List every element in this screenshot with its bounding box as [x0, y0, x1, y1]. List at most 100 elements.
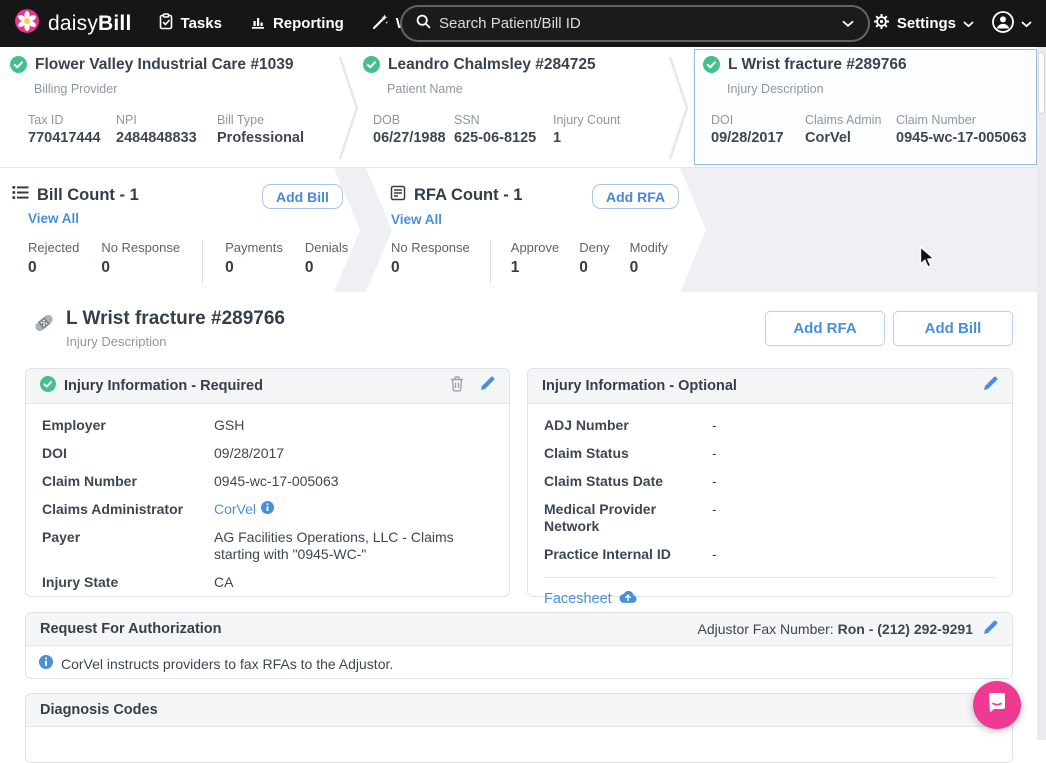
- row-practice-internal-id: Practice Internal ID-: [544, 546, 996, 563]
- daisy-flower-icon: [14, 8, 40, 39]
- rfa-document-icon: [390, 185, 406, 206]
- gear-icon: [873, 13, 890, 34]
- check-circle-icon: [10, 56, 27, 78]
- add-bill-button-small[interactable]: Add Bill: [262, 184, 343, 209]
- row-claim-status-date: Claim Status Date-: [544, 473, 996, 490]
- check-circle-icon: [703, 56, 720, 78]
- stat-modify: Modify 0: [630, 240, 668, 277]
- injury-title: L Wrist fracture #289766: [728, 56, 907, 74]
- add-rfa-button-small[interactable]: Add RFA: [592, 184, 679, 209]
- adjustor-fax-value: Ron - (212) 292-9291: [838, 621, 973, 637]
- info-icon: [39, 655, 53, 672]
- row-claim-number: Claim Number0945-wc-17-005063: [42, 473, 493, 490]
- page-subtitle: Injury Description: [66, 334, 285, 349]
- edit-pencil-icon[interactable]: [480, 376, 495, 396]
- global-search[interactable]: [400, 5, 870, 42]
- chevron-separator: [668, 55, 690, 161]
- provider-subtitle: Billing Provider: [34, 82, 304, 96]
- bandage-icon: [32, 311, 56, 349]
- page-header: L Wrist fracture #289766 Injury Descript…: [32, 308, 285, 349]
- check-circle-icon: [363, 56, 380, 78]
- counts-strip: Bill Count - 1 View All Add Bill Rejecte…: [0, 168, 1038, 292]
- rfa-count-panel: RFA Count - 1 View All Add RFA No Respon…: [366, 168, 706, 292]
- nav-settings[interactable]: Settings: [873, 13, 974, 34]
- brand-logo[interactable]: daisyBill: [14, 8, 132, 39]
- search-input[interactable]: [439, 15, 842, 32]
- nav-right-group: Settings: [873, 0, 1032, 47]
- page-title: L Wrist fracture #289766: [66, 308, 285, 330]
- clipboard-check-icon: [158, 13, 174, 34]
- nav-tasks-label: Tasks: [181, 15, 222, 32]
- field-claim-number: Claim Number 0945-wc-17-005063: [896, 113, 1027, 146]
- row-claim-status: Claim Status-: [544, 445, 996, 462]
- cloud-upload-icon: [619, 590, 637, 607]
- adjustor-fax-label: Adjustor Fax Number: Ron - (212) 292-929…: [698, 621, 973, 637]
- stat-approve: Approve 1: [511, 240, 559, 277]
- search-chevron-down-icon[interactable]: [842, 15, 854, 33]
- bar-chart-icon: [250, 14, 266, 34]
- user-avatar-icon: [992, 11, 1014, 37]
- chat-bubble-icon: [985, 691, 1009, 720]
- context-bar: Flower Valley Industrial Care #1039 Bill…: [0, 47, 1038, 168]
- field-bill-type: Bill Type Professional: [217, 113, 304, 146]
- edit-pencil-icon[interactable]: [983, 376, 998, 396]
- add-rfa-button[interactable]: Add RFA: [765, 311, 885, 346]
- check-circle-icon: [40, 376, 56, 397]
- info-icon[interactable]: [261, 501, 274, 518]
- stat-no-response: No Response 0: [391, 240, 470, 277]
- bill-view-all-link[interactable]: View All: [28, 211, 360, 226]
- diagnosis-title: Diagnosis Codes: [40, 702, 158, 718]
- stat-payments: Payments 0: [225, 240, 283, 277]
- rfa-count-title: RFA Count - 1: [414, 186, 522, 205]
- scrollbar-thumb[interactable]: [1038, 52, 1045, 114]
- stat-denials: Denials 0: [305, 240, 348, 277]
- stat-rejected: Rejected 0: [28, 240, 79, 277]
- context-panel-patient[interactable]: Leandro Chalmsley #284725 Patient Name D…: [363, 56, 620, 146]
- diagnosis-codes-card: Diagnosis Codes: [25, 693, 1013, 763]
- chevron-separator: [338, 55, 360, 161]
- edit-pencil-icon[interactable]: [983, 620, 998, 638]
- patient-title: Leandro Chalmsley #284725: [388, 56, 596, 74]
- search-icon: [416, 14, 431, 34]
- bill-count-panel: Bill Count - 1 View All Add Bill Rejecte…: [0, 168, 360, 292]
- row-claims-administrator: Claims Administrator CorVel: [42, 501, 493, 518]
- trash-icon[interactable]: [450, 376, 464, 397]
- page-scrollbar[interactable]: [1037, 47, 1046, 740]
- rfa-view-all-link[interactable]: View All: [391, 212, 706, 227]
- row-injury-state: Injury StateCA: [42, 574, 493, 591]
- nav-reporting[interactable]: Reporting: [250, 14, 344, 34]
- top-nav: daisyBill Tasks Reporting Wizard: [0, 0, 1046, 47]
- chevron-down-icon: [963, 15, 974, 32]
- field-npi: NPI 2484848833: [116, 113, 217, 146]
- required-card-title: Injury Information - Required: [64, 378, 263, 394]
- context-panel-injury[interactable]: L Wrist fracture #289766 Injury Descript…: [703, 56, 1027, 146]
- bill-count-title: Bill Count - 1: [37, 186, 139, 205]
- injury-required-card: Injury Information - Required EmployerGS…: [25, 368, 510, 597]
- field-injury-count: Injury Count 1: [553, 113, 620, 146]
- field-tax-id: Tax ID 770417444: [28, 113, 116, 146]
- app-root: daisyBill Tasks Reporting Wizard: [0, 0, 1046, 740]
- row-medical-provider-network: Medical Provider Network-: [544, 501, 996, 535]
- chat-launcher-button[interactable]: [973, 681, 1021, 729]
- brand-wordmark: daisyBill: [48, 12, 132, 36]
- facesheet-link[interactable]: Facesheet: [544, 590, 996, 607]
- injury-subtitle: Injury Description: [727, 82, 1027, 96]
- rfa-auth-note: CorVel instructs providers to fax RFAs t…: [26, 646, 1012, 681]
- row-payer: PayerAG Facilities Operations, LLC - Cla…: [42, 529, 493, 563]
- add-bill-button[interactable]: Add Bill: [893, 311, 1013, 346]
- chevron-down-icon: [1021, 15, 1032, 32]
- request-authorization-card: Request For Authorization Adjustor Fax N…: [25, 612, 1013, 679]
- optional-card-title: Injury Information - Optional: [542, 378, 737, 394]
- stat-no-response: No Response 0: [101, 240, 180, 277]
- nav-tasks[interactable]: Tasks: [158, 13, 222, 34]
- field-ssn: SSN 625-06-8125: [454, 113, 553, 146]
- corvel-link[interactable]: CorVel: [214, 501, 256, 518]
- injury-optional-card: Injury Information - Optional ADJ Number…: [527, 368, 1013, 597]
- nav-settings-label: Settings: [897, 15, 956, 32]
- patient-subtitle: Patient Name: [387, 82, 620, 96]
- provider-title: Flower Valley Industrial Care #1039: [35, 56, 293, 74]
- row-doi: DOI09/28/2017: [42, 445, 493, 462]
- field-dob: DOB 06/27/1988: [373, 113, 454, 146]
- context-panel-billing-provider[interactable]: Flower Valley Industrial Care #1039 Bill…: [10, 56, 304, 146]
- nav-account-menu[interactable]: [992, 11, 1032, 37]
